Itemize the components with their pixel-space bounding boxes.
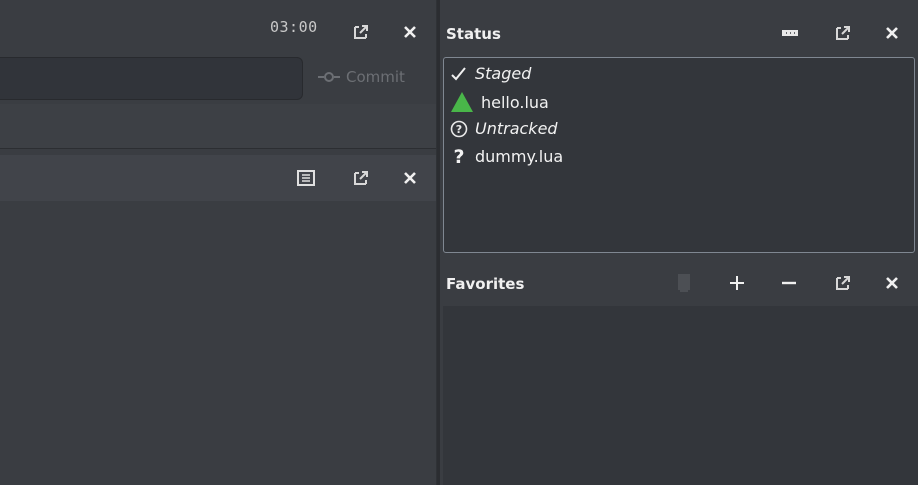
close-icon[interactable] [399, 21, 421, 43]
close-icon[interactable] [399, 167, 421, 189]
plus-icon[interactable] [726, 272, 748, 294]
favorites-title: Favorites [446, 275, 525, 293]
dots-icon[interactable] [779, 22, 801, 44]
svg-text:?: ? [456, 123, 462, 136]
close-icon[interactable] [881, 272, 903, 294]
commit-label: Commit [346, 68, 405, 86]
popout-icon[interactable] [350, 167, 372, 189]
branch-bar[interactable] [0, 104, 436, 149]
group-label-staged: Staged [475, 64, 532, 83]
popout-icon[interactable] [350, 21, 372, 43]
list-item[interactable]: Staged [450, 64, 531, 83]
list-item[interactable]: hello.lua [450, 91, 549, 113]
commit-button[interactable]: Commit [318, 66, 405, 88]
green-triangle-icon [451, 92, 473, 112]
status-list[interactable]: Staged hello.lua ? Untracked ? dummy.lua [443, 57, 915, 253]
subpanel-content [0, 202, 436, 485]
check-icon [451, 66, 466, 80]
group-label-untracked: Untracked [475, 119, 558, 138]
minus-icon[interactable] [778, 272, 800, 294]
popout-icon[interactable] [832, 272, 854, 294]
list-item[interactable]: ? Untracked [450, 119, 558, 138]
list-view-icon[interactable] [295, 167, 317, 189]
status-title: Status [446, 25, 501, 43]
question-circle-icon: ? [450, 120, 468, 137]
file-name: hello.lua [481, 92, 549, 112]
bookmark-icon [673, 272, 695, 294]
list-item[interactable]: ? dummy.lua [450, 146, 563, 166]
favorites-list[interactable] [443, 306, 918, 485]
commit-message-input[interactable] [0, 57, 303, 100]
close-icon[interactable] [881, 22, 903, 44]
file-name: dummy.lua [475, 146, 564, 166]
popout-icon[interactable] [832, 22, 854, 44]
question-mark-icon: ? [453, 146, 464, 166]
svg-text:?: ? [453, 146, 464, 166]
commit-icon [318, 72, 340, 82]
timer-display: 03:00 [270, 18, 318, 36]
